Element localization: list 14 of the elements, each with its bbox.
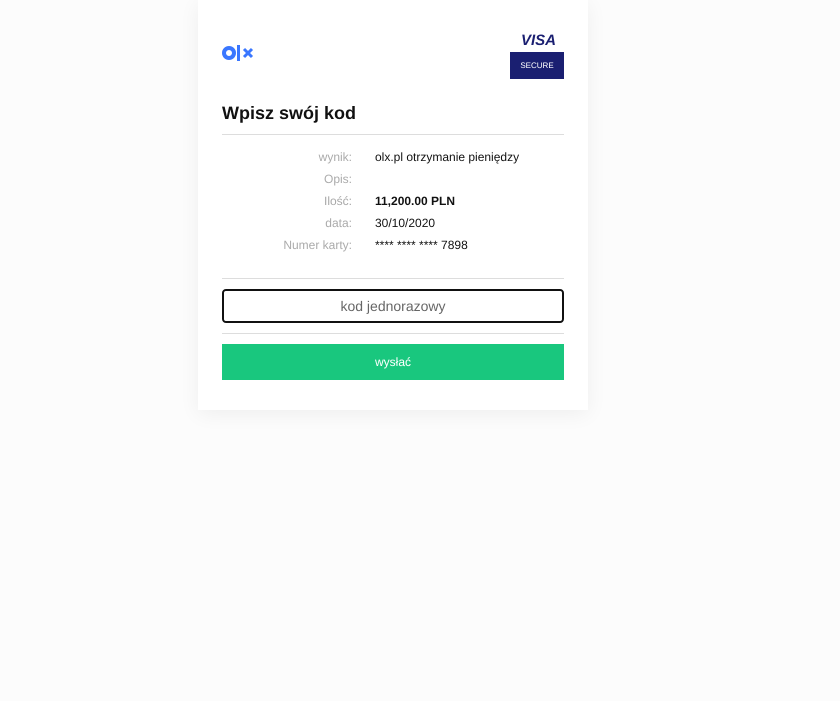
detail-value: 11,200.00 PLN	[375, 193, 456, 210]
visa-logo: VISA	[520, 33, 556, 48]
submit-button[interactable]: wysłać	[222, 344, 564, 380]
detail-value: **** **** **** 7898	[375, 237, 468, 254]
detail-label: Numer karty:	[282, 237, 352, 254]
secure-badge: SECURE	[510, 52, 564, 79]
detail-label: data:	[324, 215, 352, 232]
detail-label: Opis:	[322, 171, 352, 188]
detail-value: olx.pl otrzymanie pieniędzy	[375, 149, 520, 166]
code-input-field[interactable]: kod jednorazowy	[222, 289, 564, 323]
page-title: Wpisz swój kod	[222, 103, 358, 124]
detail-value: 30/10/2020	[375, 215, 436, 232]
detail-label: wynik:	[318, 149, 352, 166]
detail-label: Ilość:	[322, 193, 352, 210]
